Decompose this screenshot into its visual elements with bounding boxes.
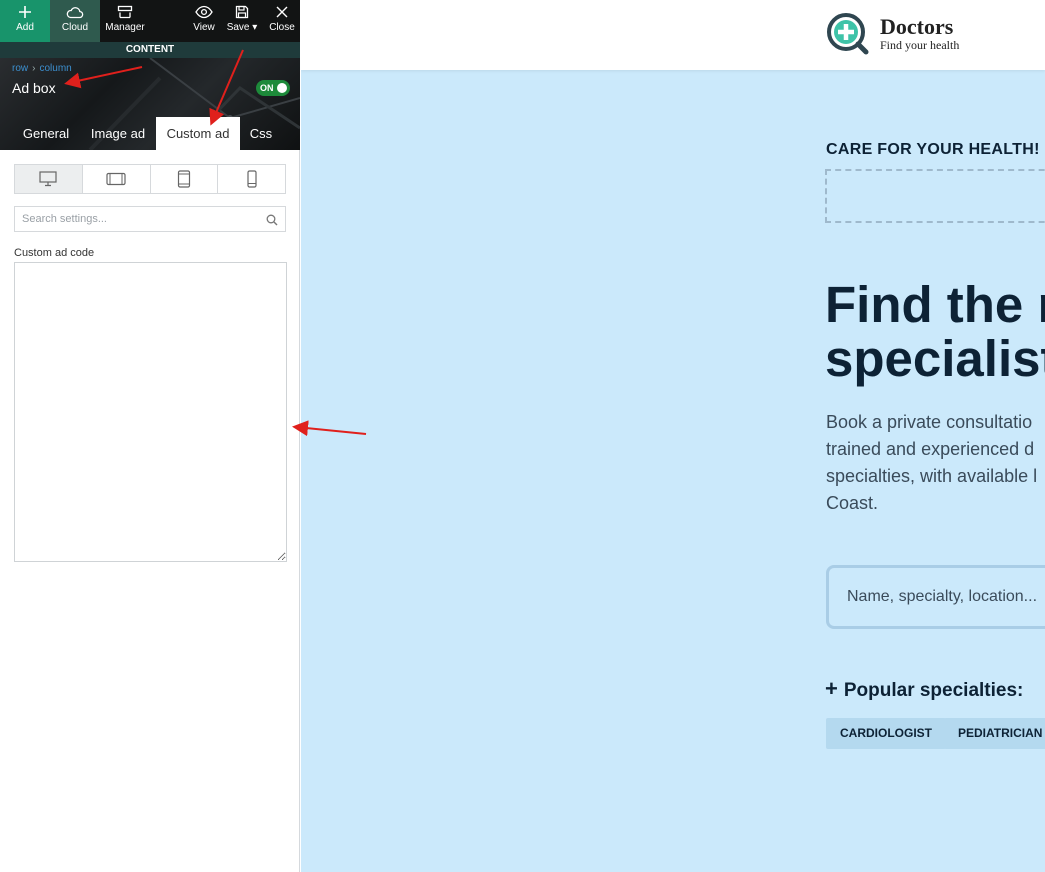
manager-button[interactable]: Manager	[100, 0, 150, 42]
device-mobile-button[interactable]	[218, 165, 285, 193]
save-text: Save	[226, 22, 250, 33]
device-tablet-landscape-button[interactable]	[83, 165, 151, 193]
content-section-label: CONTENT	[0, 42, 300, 58]
mobile-icon	[247, 170, 257, 188]
logo-name[interactable]: Doctors	[880, 14, 953, 40]
logo-tagline: Find your health	[880, 38, 960, 52]
site-search-box	[826, 565, 1045, 629]
settings-search-input[interactable]	[15, 207, 255, 231]
toggle-knob	[277, 83, 287, 93]
hero-heading: Find the r specialist	[825, 278, 1045, 386]
hero-description: Book a private consultatio trained and e…	[826, 412, 1038, 513]
search-icon[interactable]	[266, 213, 278, 231]
doctors-logo-icon[interactable]	[826, 12, 872, 56]
breadcrumb: row › column	[12, 63, 72, 74]
specialty-chip-cardiologist[interactable]: CARDIOLOGIST	[826, 718, 946, 749]
tab-image-ad[interactable]: Image ad	[80, 117, 156, 150]
care-heading: CARE FOR YOUR HEALTH!	[826, 141, 1040, 158]
eye-icon	[186, 0, 222, 22]
device-tablet-portrait-button[interactable]	[151, 165, 219, 193]
editor-toolbar: Add Cloud Manager View Save ▾ Close	[0, 0, 300, 42]
specialty-chip-pediatrician[interactable]: PEDIATRICIAN	[944, 718, 1045, 749]
view-label: View	[193, 22, 215, 33]
add-button[interactable]: Add	[0, 0, 50, 42]
close-button[interactable]: Close	[264, 0, 300, 42]
popular-specialties-heading: + Popular specialties:	[825, 676, 1023, 702]
tab-css[interactable]: Css	[240, 117, 282, 150]
plus-icon	[0, 0, 50, 22]
cloud-label: Cloud	[61, 22, 89, 33]
site-preview: Doctors Find your health CARE FOR YOUR H…	[301, 0, 1045, 872]
view-button[interactable]: View	[186, 0, 222, 42]
cloud-button[interactable]: Cloud	[50, 0, 100, 42]
editor-panel: Add Cloud Manager View Save ▾ Close CONT…	[0, 0, 300, 872]
device-switcher	[14, 164, 286, 194]
desktop-icon	[39, 171, 57, 187]
manager-icon	[100, 0, 150, 22]
element-title: Ad box	[12, 80, 56, 96]
ad-box-placeholder[interactable]	[825, 169, 1045, 223]
hero-line-1: Find the r	[825, 276, 1045, 333]
breadcrumb-column[interactable]: column	[39, 63, 71, 74]
manager-label: Manager	[105, 22, 145, 33]
add-label: Add	[16, 22, 34, 33]
save-button[interactable]: Save ▾	[222, 0, 262, 42]
custom-ad-code-label: Custom ad code	[14, 247, 95, 259]
chevron-right-icon: ›	[32, 63, 36, 74]
popular-label: Popular specialties:	[843, 680, 1024, 701]
floppy-icon	[222, 0, 262, 22]
site-search-input[interactable]	[829, 568, 1045, 626]
tablet-landscape-icon	[106, 172, 126, 186]
site-header: Doctors Find your health	[301, 0, 1045, 70]
cloud-icon	[50, 0, 100, 22]
settings-tabs: General Image ad Custom ad Css	[0, 117, 300, 150]
breadcrumb-row[interactable]: row	[12, 63, 28, 74]
plus-icon: +	[825, 676, 838, 701]
custom-ad-code-textarea[interactable]	[14, 262, 287, 562]
tab-general[interactable]: General	[12, 117, 80, 150]
tab-custom-ad[interactable]: Custom ad	[156, 117, 240, 150]
device-desktop-button[interactable]	[15, 165, 83, 193]
tablet-portrait-icon	[177, 170, 190, 188]
close-label: Close	[269, 22, 295, 33]
on-off-toggle[interactable]: ON	[256, 80, 290, 96]
caret-down-icon: ▾	[252, 22, 258, 33]
save-label: Save ▾	[222, 22, 262, 34]
close-icon	[264, 0, 300, 22]
settings-search	[14, 206, 286, 232]
toggle-label: ON	[260, 83, 274, 93]
element-header: row › column Ad box ON General Image ad Cu…	[0, 58, 300, 150]
hero-line-2: specialist	[825, 330, 1045, 387]
